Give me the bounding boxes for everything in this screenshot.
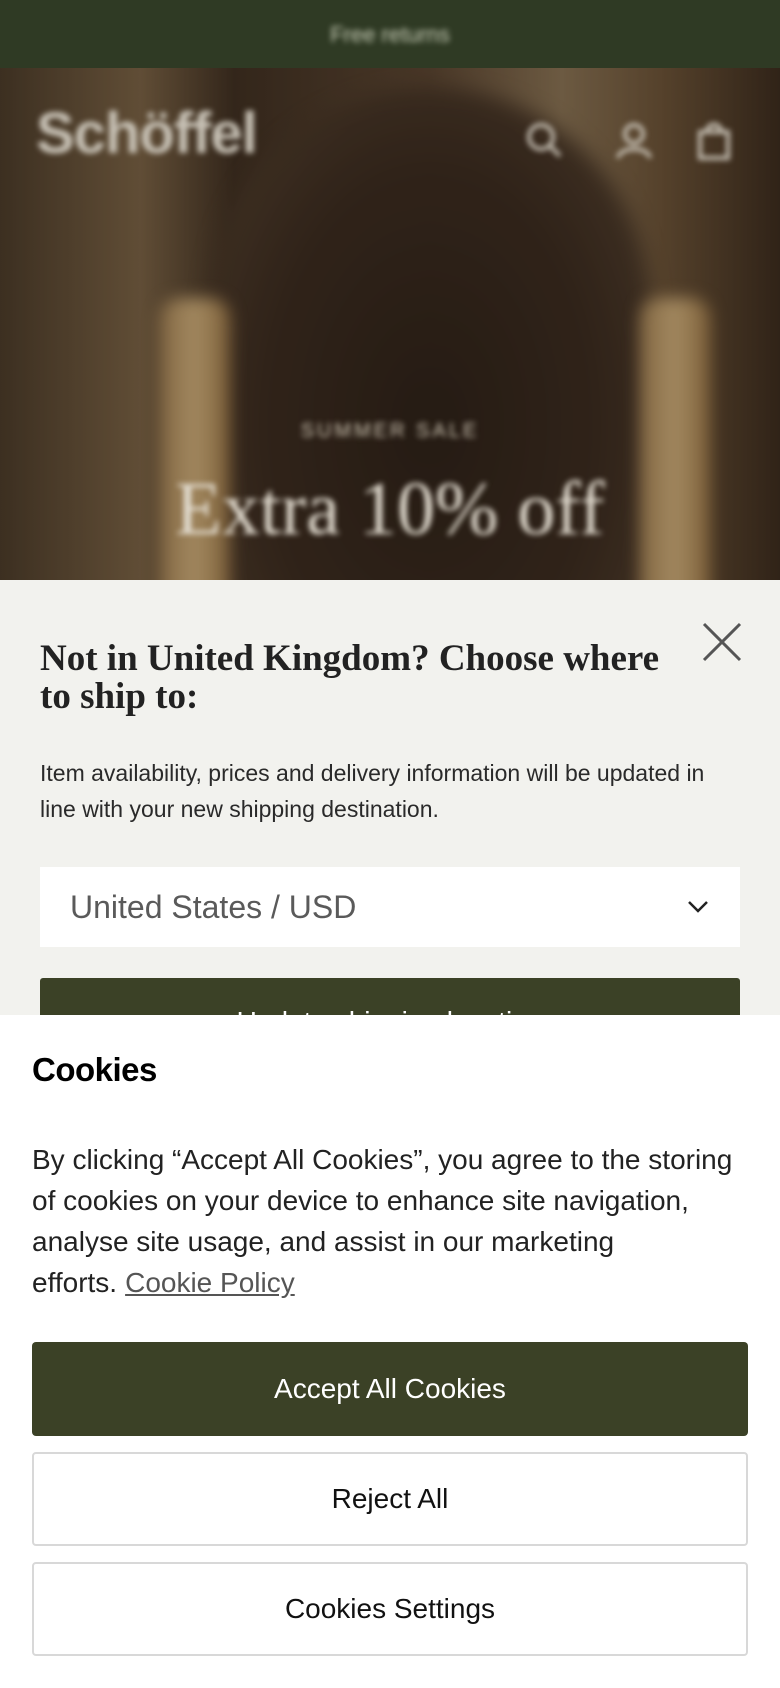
brand-logo: Schöffel	[36, 101, 258, 166]
hero-eyebrow: SUMMER SALE	[300, 420, 480, 442]
shipping-country-select[interactable]: United States / USD	[40, 867, 740, 947]
cookies-settings-button[interactable]: Cookies Settings	[32, 1562, 748, 1656]
promo-bar: Free returns	[0, 0, 780, 68]
selected-country: United States / USD	[70, 888, 357, 925]
search-icon	[527, 123, 562, 158]
shipping-location-modal: Not in United Kingdom? Choose where to s…	[0, 580, 780, 1080]
close-button[interactable]	[696, 616, 748, 668]
cookie-title: Cookies	[32, 1051, 157, 1088]
shipping-modal-description: Item availability, prices and delivery i…	[40, 760, 705, 822]
accept-all-cookies-button[interactable]: Accept All Cookies	[32, 1342, 748, 1436]
close-icon	[702, 622, 742, 662]
chevron-down-icon	[688, 901, 708, 913]
cookie-description: By clicking “Accept All Cookies”, you ag…	[32, 1139, 752, 1303]
hero-title: Extra 10% off	[175, 467, 605, 551]
bag-icon	[698, 122, 730, 160]
reject-all-button[interactable]: Reject All	[32, 1452, 748, 1546]
shipping-modal-title: Not in United Kingdom? Choose where to s…	[40, 638, 660, 717]
account-icon	[616, 123, 652, 159]
cookie-policy-link[interactable]: Cookie Policy	[125, 1267, 295, 1298]
promo-text: Free returns	[330, 22, 450, 47]
background-page: Free returns Schöffel SUMMER SALE Extra …	[0, 0, 780, 600]
cookie-consent-panel: Cookies By clicking “Accept All Cookies”…	[0, 1015, 780, 1688]
